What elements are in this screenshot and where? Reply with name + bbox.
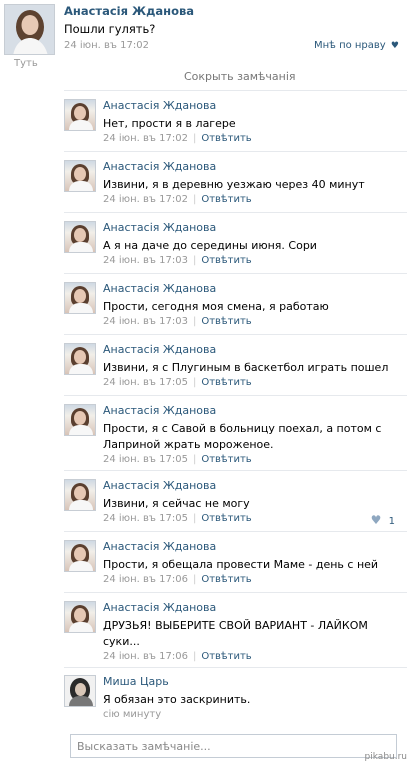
- comment-author-avatar[interactable]: [64, 221, 96, 253]
- comment-author-name[interactable]: Анастасія Жданова: [103, 343, 216, 356]
- like-count: 1: [388, 516, 395, 527]
- comment-author-avatar[interactable]: [64, 540, 96, 572]
- post-author-avatar[interactable]: [4, 4, 55, 55]
- comment-text: Я обязан это заскринить.: [103, 693, 251, 706]
- comment-author-avatar[interactable]: [64, 160, 96, 192]
- post-author-name[interactable]: Анастасія Жданова: [64, 4, 194, 18]
- post-screen: Анастасія Жданова Пошли гулять? 24 іюн. …: [0, 0, 411, 765]
- comment-author-avatar[interactable]: [64, 479, 96, 511]
- comment-author-name[interactable]: Анастасія Жданова: [103, 160, 216, 173]
- reply-button[interactable]: Отвѣтить: [201, 454, 251, 465]
- comment-meta: 24 іюн. въ 17:02 | Отвѣтить: [103, 194, 252, 205]
- comment-author-name[interactable]: Анастасія Жданова: [103, 282, 216, 295]
- divider: [64, 151, 407, 152]
- hide-comments-link[interactable]: Сокрыть замѣчанія: [184, 70, 296, 83]
- comment-meta: 24 іюн. въ 17:03 | Отвѣтить: [103, 255, 252, 266]
- heart-icon: ♥: [390, 41, 399, 51]
- comment-meta: сію минуту: [103, 709, 161, 720]
- reply-button[interactable]: Отвѣтить: [201, 574, 251, 585]
- watermark: pikabu.ru: [364, 752, 407, 762]
- comment-author-avatar[interactable]: [64, 343, 96, 375]
- comment-meta: 24 іюн. въ 17:06 | Отвѣтить: [103, 574, 252, 585]
- comment-text: ДРУЗЬЯ! ВЫБЕРИТЕ СВОЙ ВАРИАНТ - ЛАЙКОМ с…: [103, 619, 368, 648]
- divider: [64, 212, 407, 213]
- comment-text: Извини, я с Плугиным в баскетбол играть …: [103, 361, 389, 374]
- divider: [64, 531, 407, 532]
- reply-button[interactable]: Отвѣтить: [201, 316, 251, 327]
- comment-author-name[interactable]: Анастасія Жданова: [103, 540, 216, 553]
- post-like-button[interactable]: Мнѣ по нраву ♥: [314, 40, 399, 51]
- post-text: Пошли гулять?: [64, 22, 156, 36]
- comment-author-avatar[interactable]: [64, 282, 96, 314]
- comment-timestamp[interactable]: 24 іюн. въ 17:03: [103, 316, 188, 327]
- comment-text: Извини, я сейчас не могу: [103, 497, 250, 510]
- comment-author-name[interactable]: Анастасія Жданова: [103, 221, 216, 234]
- comment-author-name[interactable]: Анастасія Жданова: [103, 479, 216, 492]
- post-timestamp[interactable]: 24 іюн. въ 17:02: [64, 40, 149, 51]
- comment-author-name[interactable]: Миша Царь: [103, 675, 169, 688]
- comment-input[interactable]: [71, 735, 396, 757]
- comment-author-avatar[interactable]: [64, 404, 96, 436]
- comment-meta: 24 іюн. въ 17:06 | Отвѣтить: [103, 651, 252, 662]
- comment-meta: 24 іюн. въ 17:05 | Отвѣтить: [103, 513, 252, 524]
- divider: [64, 470, 407, 471]
- comment-like-button[interactable]: ♥ 1: [371, 513, 395, 527]
- divider: [64, 90, 407, 91]
- divider: [64, 334, 407, 335]
- reply-button[interactable]: Отвѣтить: [201, 513, 251, 524]
- comment-meta: 24 іюн. въ 17:05 | Отвѣтить: [103, 377, 252, 388]
- comment-meta: 24 іюн. въ 17:05 | Отвѣтить: [103, 454, 252, 465]
- reply-button[interactable]: Отвѣтить: [201, 377, 251, 388]
- comment-text: Нет, прости я в лагере: [103, 117, 236, 130]
- comment-author-avatar[interactable]: [64, 675, 96, 707]
- comment-text: Прости, я с Савой в больницу поехал, а п…: [103, 422, 382, 451]
- reply-button[interactable]: Отвѣтить: [201, 255, 251, 266]
- comment-author-name[interactable]: Анастасія Жданова: [103, 99, 216, 112]
- comment-timestamp[interactable]: 24 іюн. въ 17:02: [103, 133, 188, 144]
- comment-author-avatar[interactable]: [64, 99, 96, 131]
- comment-meta: 24 іюн. въ 17:03 | Отвѣтить: [103, 316, 252, 327]
- reply-button[interactable]: Отвѣтить: [201, 651, 251, 662]
- comment-timestamp[interactable]: 24 іюн. въ 17:02: [103, 194, 188, 205]
- comment-timestamp[interactable]: сію минуту: [103, 709, 161, 720]
- divider: [64, 592, 407, 593]
- post-like-label: Мнѣ по нраву: [314, 40, 386, 51]
- comment-timestamp[interactable]: 24 іюн. въ 17:05: [103, 454, 188, 465]
- divider: [64, 273, 407, 274]
- comment-text: Прости, сегодня моя смена, я работаю: [103, 300, 329, 313]
- wall-post: Анастасія Жданова Пошли гулять? 24 іюн. …: [0, 0, 411, 70]
- comment-timestamp[interactable]: 24 іюн. въ 17:05: [103, 513, 188, 524]
- comment-input-box[interactable]: [70, 734, 397, 758]
- comment-timestamp[interactable]: 24 іюн. въ 17:06: [103, 651, 188, 662]
- avatar-photo-icon: [5, 5, 54, 54]
- comment-author-name[interactable]: Анастасія Жданова: [103, 601, 216, 614]
- comment-author-avatar[interactable]: [64, 601, 96, 633]
- comment-timestamp[interactable]: 24 іюн. въ 17:05: [103, 377, 188, 388]
- reply-button[interactable]: Отвѣтить: [201, 133, 251, 144]
- comment-author-name[interactable]: Анастасія Жданова: [103, 404, 216, 417]
- comment-timestamp[interactable]: 24 іюн. въ 17:06: [103, 574, 188, 585]
- post-tut-label: Туть: [14, 58, 38, 69]
- heart-icon: ♥: [370, 513, 382, 527]
- comment-meta: 24 іюн. въ 17:02 | Отвѣтить: [103, 133, 252, 144]
- reply-button[interactable]: Отвѣтить: [201, 194, 251, 205]
- divider: [64, 395, 407, 396]
- comment-timestamp[interactable]: 24 іюн. въ 17:03: [103, 255, 188, 266]
- comment-text: Извини, я в деревню уезжаю через 40 мину…: [103, 178, 365, 191]
- comment-text: Прости, я обещала провести Маме - день с…: [103, 558, 379, 571]
- comment-text: А я на даче до середины июня. Сори: [103, 239, 317, 252]
- divider: [64, 667, 407, 668]
